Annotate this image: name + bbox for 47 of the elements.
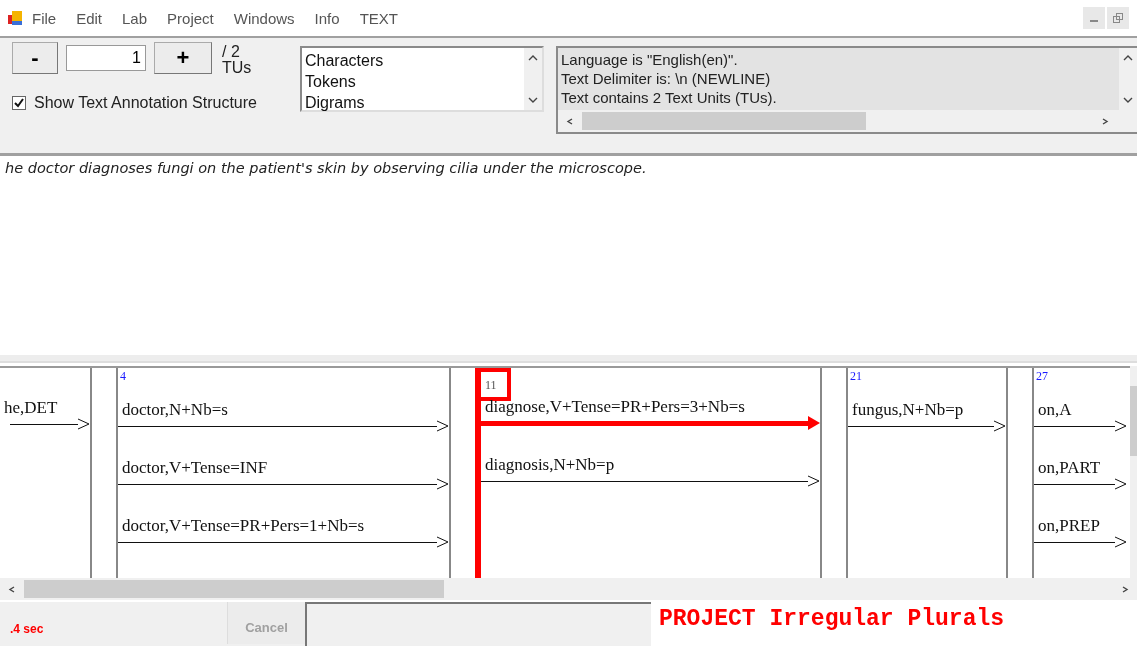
sentence-text: he doctor diagnoses fungi on the patient's skin by observing cilia under the microscope. [5,160,647,176]
token-number: 4 [119,368,127,385]
annotation-label[interactable]: on,PART [1034,458,1127,478]
scrollbar-thumb[interactable] [24,580,444,598]
scrollbar-thumb[interactable] [1130,386,1137,456]
menu-item[interactable]: Lab [112,9,158,27]
minimize-button[interactable] [1083,7,1105,29]
restore-button[interactable] [1107,7,1129,29]
menu-item[interactable]: Info [304,9,350,27]
view-list[interactable]: Characters Tokens Digrams [300,46,544,112]
elapsed-time: .4 sec [9,621,45,638]
annotation-label[interactable]: doctor,N+Nb=s [118,400,449,420]
project-title: PROJECT Irregular Plurals [651,602,1137,646]
info-line: Text contains 2 Text Units (TUs). [561,88,778,107]
info-line: Text Delimiter is: \n (NEWLINE) [561,69,772,88]
checkbox[interactable] [12,96,26,110]
scroll-down-icon[interactable] [528,97,538,104]
app-icon [8,10,22,26]
scroll-up-icon[interactable] [1123,54,1133,61]
annotation-label[interactable]: doctor,V+Tense=INF [118,458,449,478]
annotation-label[interactable]: doctor,V+Tense=PR+Pers=1+Nb=s [118,516,449,536]
list-item[interactable]: Tokens [305,71,521,92]
tu-number-field[interactable]: 1 [66,45,146,71]
token-number: 11 [481,368,511,401]
annotation-label[interactable]: he,DET [4,398,90,418]
scroll-up-icon[interactable] [528,54,538,61]
scrollbar-thumb[interactable] [582,112,866,130]
annotation-label[interactable]: on,PREP [1034,516,1127,536]
tu-count-label: / 2 TUs [222,44,252,76]
annotation-label[interactable]: diagnosis,N+Nb=p [481,455,820,475]
scroll-down-icon[interactable] [1123,97,1133,104]
annotation-label[interactable]: on,A [1034,400,1127,420]
menu-item[interactable]: Edit [66,9,113,27]
menu-item[interactable]: Project [157,9,224,27]
restore-icon [1113,13,1123,23]
list-item[interactable]: Characters [305,50,521,71]
increment-button[interactable]: + [154,42,212,74]
token-number: 21 [849,368,863,385]
list-item[interactable]: Digrams [305,92,521,113]
token-number: 27 [1035,368,1049,385]
decrement-button[interactable]: - [12,42,58,74]
info-line: Language is "English(en)". [561,50,739,69]
checkbox-label: Show Text Annotation Structure [34,94,257,112]
menu-item[interactable]: File [22,9,67,27]
annotation-label[interactable]: fungus,N+Nb=p [848,400,1006,420]
menu-item[interactable]: TEXT [349,9,408,27]
menu-item[interactable]: Windows [223,9,305,27]
